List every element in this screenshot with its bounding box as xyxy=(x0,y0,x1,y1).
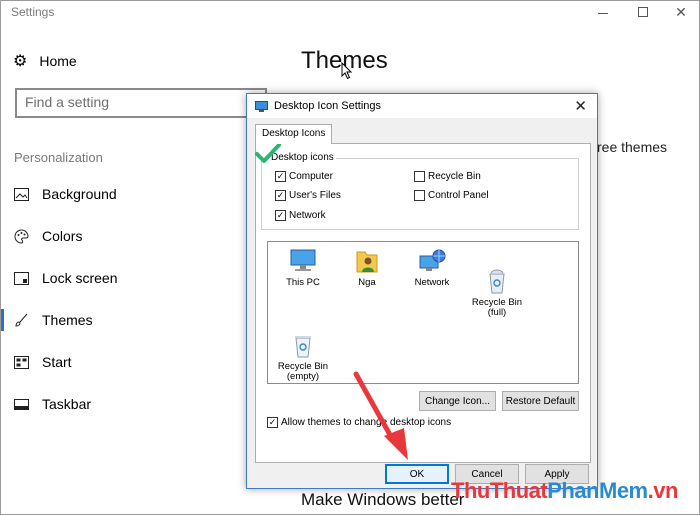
sidebar-item-colors[interactable]: Colors xyxy=(13,225,82,247)
sidebar-item-label: Themes xyxy=(42,312,93,328)
brush-icon xyxy=(13,312,29,328)
lock-screen-icon xyxy=(13,270,29,286)
icon-label: This PC xyxy=(286,277,320,288)
checkbox-label: Recycle Bin xyxy=(428,171,481,182)
checkbox-label: User's Files xyxy=(289,190,341,201)
checkbox-recycle-bin[interactable]: Recycle Bin xyxy=(414,171,481,182)
recycle-bin-empty-icon xyxy=(289,322,317,358)
search-placeholder: Find a setting xyxy=(25,94,110,110)
list-item-recycle-bin-full[interactable]: Recycle Bin (full) xyxy=(466,248,528,318)
section-label: Personalization xyxy=(14,150,103,165)
list-item-recycle-bin-empty[interactable]: Recycle Bin (empty) xyxy=(272,312,334,382)
gear-icon: ⚙ xyxy=(13,53,28,70)
palette-icon xyxy=(13,228,29,244)
icon-label: Recycle Bin (full) xyxy=(471,297,523,318)
maximize-button[interactable] xyxy=(623,1,663,23)
icon-label: Network xyxy=(414,277,450,288)
checkbox-label: Computer xyxy=(289,171,333,182)
recycle-bin-full-icon xyxy=(483,258,511,294)
sidebar-item-label: Colors xyxy=(42,228,83,244)
window-title: Settings xyxy=(11,5,55,19)
sidebar-item-label: Background xyxy=(42,186,117,202)
icon-label: Recycle Bin (empty) xyxy=(277,361,329,382)
sidebar-item-taskbar[interactable]: Taskbar xyxy=(13,393,91,415)
checkbox-label: Control Panel xyxy=(428,190,489,201)
sidebar-item-background[interactable]: Background xyxy=(13,183,117,205)
themes-description: ree themes xyxy=(597,139,668,155)
tab-desktop-icons[interactable]: Desktop Icons xyxy=(255,124,333,144)
home-link[interactable]: ⚙ Home xyxy=(13,51,77,71)
maximize-icon xyxy=(638,7,648,17)
dialog-title: Desktop Icon Settings xyxy=(274,100,382,112)
check-icon: ✓ xyxy=(275,210,286,221)
taskbar-icon xyxy=(13,396,29,412)
active-indicator xyxy=(1,309,4,331)
close-icon: ✕ xyxy=(675,3,687,20)
green-checkmark-icon xyxy=(255,142,281,169)
close-button[interactable]: ✕ xyxy=(661,1,700,23)
watermark: ThuThuatPhanMem.vn xyxy=(451,478,678,504)
checkbox-control-panel[interactable]: Control Panel xyxy=(414,190,489,201)
list-item-nga[interactable]: Nga xyxy=(336,248,398,288)
dialog-titlebar: Desktop Icon Settings ✕ xyxy=(247,94,597,118)
list-item-network[interactable]: Network xyxy=(401,248,463,288)
minimize-button[interactable] xyxy=(583,1,623,23)
start-icon xyxy=(13,354,29,370)
sidebar-item-lock-screen[interactable]: Lock screen xyxy=(13,267,117,289)
image-icon xyxy=(13,186,29,202)
mouse-cursor-icon xyxy=(341,61,353,85)
dialog-close-icon[interactable]: ✕ xyxy=(574,97,587,115)
home-label: Home xyxy=(39,53,77,69)
check-icon: ✓ xyxy=(275,171,286,182)
desktop-icons-list[interactable]: This PC Nga Network Recycle Bin (full) R… xyxy=(267,241,579,384)
checkbox-box xyxy=(414,190,425,201)
sidebar-item-themes[interactable]: Themes xyxy=(13,309,93,331)
check-icon: ✓ xyxy=(267,417,278,428)
network-icon xyxy=(418,248,446,274)
minimize-icon xyxy=(598,12,608,14)
watermark-part2: PhanMem xyxy=(547,478,648,503)
desktop-icon-settings-dialog: Desktop Icon Settings ✕ Desktop Icons De… xyxy=(246,93,598,489)
checkbox-computer[interactable]: ✓ Computer xyxy=(275,171,333,182)
sidebar-item-label: Lock screen xyxy=(42,270,118,286)
desktop-icon-settings-icon xyxy=(255,100,268,112)
search-input[interactable]: Find a setting xyxy=(15,88,267,118)
make-windows-better-heading: Make Windows better xyxy=(301,490,465,509)
user-folder-icon xyxy=(353,248,381,274)
checkbox-users-files[interactable]: ✓ User's Files xyxy=(275,190,341,201)
restore-default-button[interactable]: Restore Default xyxy=(502,391,579,411)
sidebar-item-label: Taskbar xyxy=(42,396,92,412)
list-item-this-pc[interactable]: This PC xyxy=(272,248,334,288)
checkbox-box xyxy=(414,171,425,182)
computer-icon xyxy=(289,248,317,274)
checkbox-label: Network xyxy=(289,210,326,221)
sidebar-item-label: Start xyxy=(42,354,72,370)
red-arrow-icon xyxy=(350,370,410,470)
watermark-part3: .vn xyxy=(647,478,679,503)
watermark-part1: ThuThuat xyxy=(451,478,548,503)
checkbox-network[interactable]: ✓ Network xyxy=(275,210,326,221)
sidebar-item-start[interactable]: Start xyxy=(13,351,72,373)
icon-label: Nga xyxy=(358,277,376,288)
change-icon-button[interactable]: Change Icon... xyxy=(419,391,496,411)
check-icon: ✓ xyxy=(275,190,286,201)
